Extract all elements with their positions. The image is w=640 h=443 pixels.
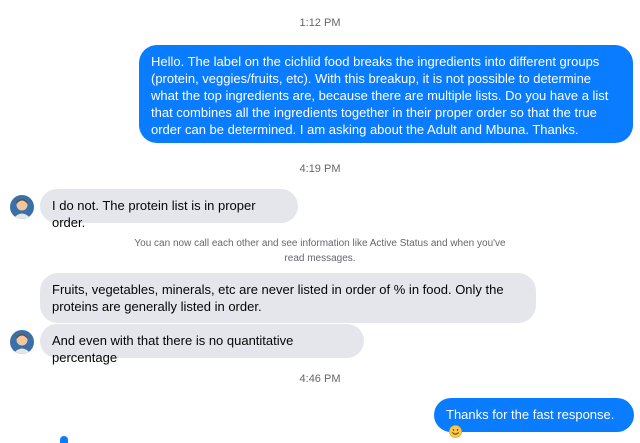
smiling-face-emoji-icon (449, 425, 462, 438)
incoming-message[interactable]: I do not. The protein list is in proper … (40, 189, 298, 230)
system-notice: You can now call each other and see info… (134, 238, 506, 264)
timestamp: 1:12 PM (299, 17, 341, 29)
conversation-thread: 1:12 PM Hello. The label on the cichlid … (0, 0, 640, 443)
typing-indicator-icon (60, 436, 68, 443)
incoming-message[interactable]: And even with that there is no quantitat… (40, 324, 364, 365)
message-text: I do not. The protein list is in proper … (52, 198, 256, 230)
incoming-message[interactable]: Fruits, vegetables, minerals, etc are ne… (40, 273, 536, 323)
avatar-image (10, 330, 34, 354)
message-text: And even with that there is no quantitat… (52, 333, 294, 365)
contact-avatar[interactable] (10, 195, 34, 219)
avatar-image (10, 195, 34, 219)
timestamp: 4:19 PM (299, 163, 341, 175)
contact-avatar[interactable] (10, 330, 34, 354)
message-text: Hello. The label on the cichlid food bre… (151, 54, 609, 137)
outgoing-message[interactable]: Hello. The label on the cichlid food bre… (139, 45, 633, 143)
outgoing-message[interactable]: Thanks for the fast response. (434, 398, 634, 438)
message-text: Thanks for the fast response. (446, 407, 615, 422)
timestamp: 4:46 PM (299, 373, 341, 385)
message-text: Fruits, vegetables, minerals, etc are ne… (52, 282, 504, 314)
